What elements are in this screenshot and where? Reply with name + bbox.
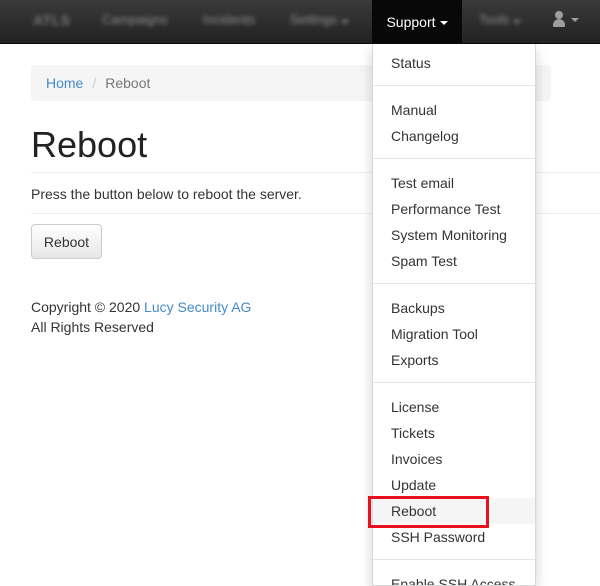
menu-item-tickets[interactable]: Tickets (373, 420, 535, 446)
reboot-button[interactable]: Reboot (31, 224, 102, 259)
nav-settings[interactable]: Settings (290, 12, 349, 27)
brand-logo[interactable]: ATLS (33, 12, 71, 28)
menu-item-invoices[interactable]: Invoices (373, 446, 535, 472)
menu-item-enable-ssh-access[interactable]: Enable SSH Access (373, 571, 535, 585)
nav-support[interactable]: Support (372, 0, 462, 44)
chevron-down-icon (439, 21, 448, 25)
breadcrumb-separator: / (92, 75, 97, 91)
support-dropdown-menu: Status Manual Changelog Test email Performan… (372, 44, 536, 586)
reboot-description: Press the button below to reboot the ser… (31, 186, 302, 202)
menu-item-migration-tool[interactable]: Migration Tool (373, 321, 535, 347)
breadcrumb-home-link[interactable]: Home (46, 75, 83, 91)
menu-item-license[interactable]: License (373, 394, 535, 420)
copyright-text: Copyright © 2020 (31, 299, 145, 315)
nav-campaigns[interactable]: Campaigns (102, 12, 168, 27)
menu-item-update[interactable]: Update (373, 472, 535, 498)
menu-divider (373, 559, 535, 560)
top-navbar: ATLS Campaigns Incidents Settings Suppor… (0, 0, 600, 44)
menu-item-backups[interactable]: Backups (373, 295, 535, 321)
menu-divider (373, 85, 535, 86)
chevron-down-icon (512, 20, 521, 24)
menu-divider (373, 382, 535, 383)
rights-text: All Rights Reserved (31, 319, 154, 335)
company-link[interactable]: Lucy Security AG (144, 299, 251, 315)
page-title: Reboot (31, 124, 148, 165)
menu-item-reboot[interactable]: Reboot (373, 498, 535, 524)
nav-tools-label: Tools (479, 12, 510, 27)
chevron-down-icon (571, 18, 579, 22)
menu-item-changelog[interactable]: Changelog (373, 123, 535, 149)
copyright-line: Copyright © 2020 Lucy Security AG (31, 297, 251, 317)
nav-settings-label: Settings (290, 12, 337, 27)
user-icon (552, 11, 566, 27)
user-menu[interactable] (552, 11, 579, 27)
menu-divider (373, 158, 535, 159)
chevron-down-icon (340, 20, 349, 24)
menu-item-test-email[interactable]: Test email (373, 170, 535, 196)
menu-item-manual[interactable]: Manual (373, 97, 535, 123)
menu-item-system-monitoring[interactable]: System Monitoring (373, 222, 535, 248)
menu-item-spam-test[interactable]: Spam Test (373, 248, 535, 274)
nav-tools[interactable]: Tools (479, 12, 521, 27)
menu-item-exports[interactable]: Exports (373, 347, 535, 373)
breadcrumb-current: Reboot (105, 75, 151, 91)
nav-support-label: Support (386, 14, 436, 30)
nav-incidents[interactable]: Incidents (203, 12, 255, 27)
menu-item-performance-test[interactable]: Performance Test (373, 196, 535, 222)
menu-item-status[interactable]: Status (373, 50, 535, 76)
menu-divider (373, 283, 535, 284)
footer: Copyright © 2020 Lucy Security AG All Ri… (31, 297, 251, 337)
menu-item-ssh-password[interactable]: SSH Password (373, 524, 535, 550)
